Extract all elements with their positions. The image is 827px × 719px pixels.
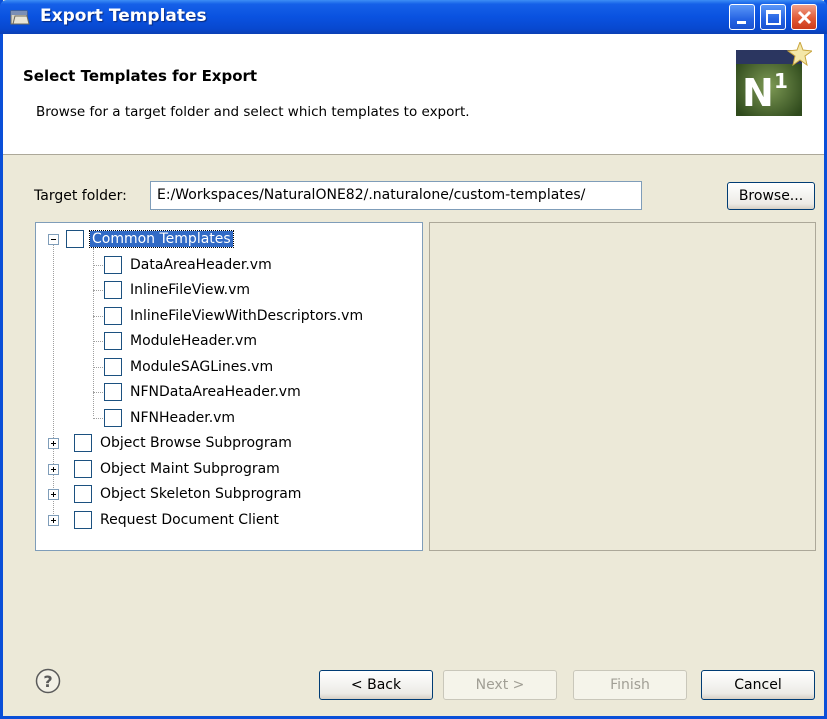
svg-text:1: 1 [774,69,788,93]
close-icon [797,10,812,25]
maximize-icon [766,10,781,25]
tree-connector [93,417,103,419]
tree-item-template[interactable]: ModuleSAGLines.vm [104,356,275,378]
tree-item-template[interactable]: ModuleHeader.vm [104,330,259,352]
target-folder-label: Target folder: [34,188,127,204]
tree-item-label: NFNHeader.vm [130,409,236,426]
svg-text:?: ? [43,672,52,691]
export-templates-window-icon [10,10,30,25]
checkbox[interactable] [66,230,84,248]
checkbox[interactable] [104,332,122,350]
tree-item-label: NFNDataAreaHeader.vm [130,384,301,400]
template-tree[interactable]: Common Templates DataAreaHeader.vm InlineF… [35,222,423,551]
browse-button[interactable]: Browse... [727,182,815,210]
cancel-button[interactable]: Cancel [701,670,815,700]
next-button[interactable]: Next > [443,670,557,700]
tree-connector [93,290,103,291]
export-templates-window: Export Templates Select Templates for Ex… [0,0,827,719]
tree-item-template[interactable]: NFNHeader.vm [104,407,237,429]
tree-item-label: ModuleSAGLines.vm [130,358,274,375]
tree-connector [93,248,94,416]
tree-item-group[interactable]: Object Browse Subprogram [74,432,294,454]
finish-button[interactable]: Finish [573,670,687,700]
tree-connector [93,315,103,317]
target-folder-input[interactable]: E:/Workspaces/NaturalONE82/.naturalone/c… [150,181,642,210]
tree-item-label: ModuleHeader.vm [130,333,257,349]
close-button[interactable] [791,4,817,30]
tree-item-label: InlineFileView.vm [130,282,251,298]
tree-item-label: Object Skeleton Subprogram [100,486,302,502]
tree-item-label: Common Templates [89,230,234,248]
page-title: Select Templates for Export [23,67,258,85]
checkbox[interactable] [104,255,122,274]
template-preview-pane [429,222,816,551]
checkbox[interactable] [74,510,92,529]
tree-connector [93,366,103,368]
tree-item-template[interactable]: InlineFileView.vm [104,279,252,301]
tree-item-template[interactable]: NFNDataAreaHeader.vm [104,381,303,403]
tree-item-common-templates[interactable]: Common Templates [66,228,234,250]
checkbox[interactable] [74,434,92,452]
tree-item-template[interactable]: InlineFileViewWithDescriptors.vm [104,305,365,327]
tree-item-label: InlineFileViewWithDescriptors.vm [130,307,364,324]
svg-text:N: N [742,71,774,115]
naturalone-logo: N 1 [736,42,812,116]
tree-item-group[interactable]: Object Skeleton Subprogram [74,483,303,505]
checkbox[interactable] [104,383,122,401]
tree-connector [53,245,54,520]
expand-toggle[interactable] [48,489,59,500]
page-description: Browse for a target folder and select wh… [36,104,470,120]
checkbox[interactable] [104,357,122,376]
maximize-button[interactable] [760,4,786,30]
tree-connector [93,341,103,342]
tree-item-group[interactable]: Request Document Client [74,509,281,531]
back-button[interactable]: < Back [319,670,433,700]
checkbox[interactable] [104,408,122,427]
help-icon[interactable]: ? [35,668,61,694]
tree-item-label: Request Document Client [100,511,279,528]
tree-item-label: Object Browse Subprogram [100,435,292,451]
tree-item-group[interactable]: Object Maint Subprogram [74,458,282,480]
tree-connector [93,264,103,266]
expand-toggle[interactable] [48,514,59,526]
checkbox[interactable] [104,306,122,325]
window-title: Export Templates [40,6,207,26]
title-bar[interactable]: Export Templates [0,0,827,34]
checkbox[interactable] [74,485,92,503]
expand-toggle[interactable] [48,463,59,475]
tree-connector [93,392,103,393]
expand-toggle[interactable] [48,438,59,449]
collapse-toggle[interactable] [48,234,59,245]
checkbox[interactable] [104,281,122,299]
minimize-button[interactable] [729,4,755,30]
minimize-icon [737,21,746,24]
checkbox[interactable] [74,459,92,478]
tree-item-label: DataAreaHeader.vm [130,256,272,273]
tree-item-label: Object Maint Subprogram [100,460,280,477]
wizard-banner: Select Templates for Export Browse for a… [3,34,824,155]
tree-item-template[interactable]: DataAreaHeader.vm [104,254,274,276]
